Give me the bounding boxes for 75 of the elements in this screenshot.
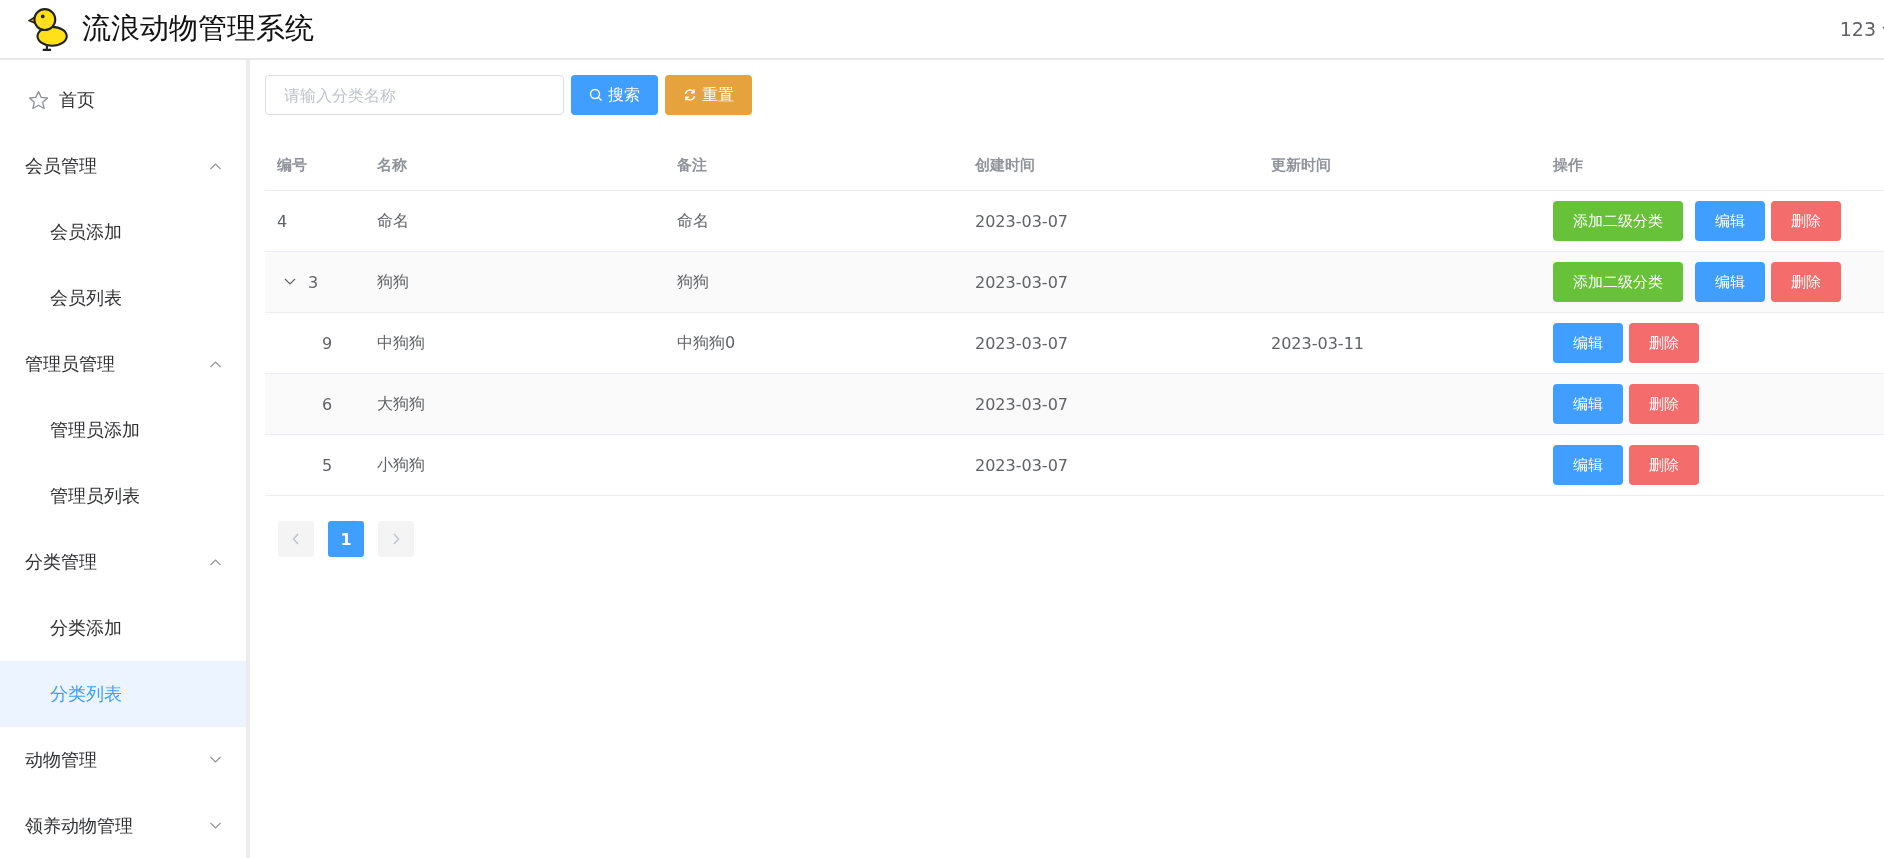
page-button[interactable]: 1	[328, 521, 364, 557]
user-menu[interactable]: 123	[1839, 18, 1884, 40]
chevron-up-icon	[209, 558, 222, 566]
menu-group[interactable]: 会员管理	[0, 133, 246, 199]
table-cell: 命名	[377, 210, 409, 232]
column-header: 更新时间	[1270, 154, 1332, 176]
menu-group[interactable]: 动物管理	[0, 727, 246, 793]
add-subcategory-button[interactable]: 添加二级分类	[1553, 262, 1683, 302]
column-header: 编号	[276, 154, 308, 176]
menu-item[interactable]: 管理员添加	[0, 397, 246, 463]
menu-item[interactable]: 首页	[0, 67, 246, 133]
menu-label: 动物管理	[25, 748, 97, 772]
chevron-right-icon	[392, 533, 400, 545]
menu-group[interactable]: 领养动物管理	[0, 793, 246, 858]
menu-label: 领养动物管理	[25, 814, 133, 838]
table-cell: 中狗狗0	[677, 332, 736, 354]
delete-button[interactable]: 删除	[1771, 262, 1841, 302]
column-header: 名称	[376, 154, 408, 176]
column-header: 操作	[1552, 154, 1584, 176]
table-cell: 2023-03-07	[975, 394, 1068, 414]
delete-button[interactable]: 删除	[1771, 201, 1841, 241]
table-cell: 2023-03-07	[975, 455, 1068, 475]
table-cell: 大狗狗	[377, 393, 425, 415]
menu-label: 分类管理	[25, 550, 97, 574]
delete-button[interactable]: 删除	[1629, 384, 1699, 424]
delete-button[interactable]: 删除	[1629, 323, 1699, 363]
menu-item[interactable]: 分类列表	[0, 661, 246, 727]
menu-label: 会员管理	[25, 154, 97, 178]
table-cell: 4	[277, 211, 288, 231]
edit-button[interactable]: 编辑	[1553, 445, 1623, 485]
edit-button[interactable]: 编辑	[1695, 201, 1765, 241]
search-field[interactable]: 请输入分类名称	[265, 75, 564, 115]
column-header: 创建时间	[974, 154, 1036, 176]
next-page-button[interactable]	[378, 521, 414, 557]
table-cell: 命名	[677, 210, 709, 232]
table-cell: 狗狗	[377, 271, 409, 293]
table-cell: 狗狗	[677, 271, 709, 293]
menu-group[interactable]: 管理员管理	[0, 331, 246, 397]
expand-caret-icon[interactable]	[284, 278, 296, 286]
chevron-up-icon	[209, 162, 222, 170]
table-cell: 2023-03-11	[1271, 333, 1364, 353]
table-cell: 2023-03-07	[975, 333, 1068, 353]
menu-label: 首页	[59, 88, 95, 112]
chevron-down-icon	[209, 822, 222, 830]
table-cell: 3	[308, 272, 319, 292]
table-cell: 小狗狗	[377, 454, 425, 476]
edit-button[interactable]: 编辑	[1695, 262, 1765, 302]
column-header: 备注	[676, 154, 708, 176]
edit-button[interactable]: 编辑	[1553, 384, 1623, 424]
chevron-left-icon	[292, 533, 300, 545]
table-cell: 2023-03-07	[975, 211, 1068, 231]
add-subcategory-button[interactable]: 添加二级分类	[1553, 201, 1683, 241]
reset-button[interactable]: 重置	[665, 75, 752, 115]
menu-group[interactable]: 分类管理	[0, 529, 246, 595]
chevron-up-icon	[209, 360, 222, 368]
menu-item[interactable]: 分类添加	[0, 595, 246, 661]
table-cell: 6	[322, 394, 333, 414]
edit-button[interactable]: 编辑	[1553, 323, 1623, 363]
duck-logo-icon	[28, 6, 70, 52]
table-cell: 5	[322, 455, 333, 475]
search-button[interactable]: 搜索	[571, 75, 658, 115]
menu-label: 管理员管理	[25, 352, 115, 376]
table-cell: 9	[322, 333, 333, 353]
table-cell: 中狗狗	[377, 332, 425, 354]
refresh-icon	[683, 88, 697, 102]
delete-button[interactable]: 删除	[1629, 445, 1699, 485]
app-title: 流浪动物管理系统	[82, 10, 314, 47]
menu-item[interactable]: 管理员列表	[0, 463, 246, 529]
table-cell: 2023-03-07	[975, 272, 1068, 292]
menu-item[interactable]: 会员列表	[0, 265, 246, 331]
search-icon	[589, 88, 603, 102]
chevron-down-icon	[209, 756, 222, 764]
star-icon	[28, 89, 49, 111]
previous-page-button[interactable]	[278, 521, 314, 557]
menu-item[interactable]: 会员添加	[0, 199, 246, 265]
